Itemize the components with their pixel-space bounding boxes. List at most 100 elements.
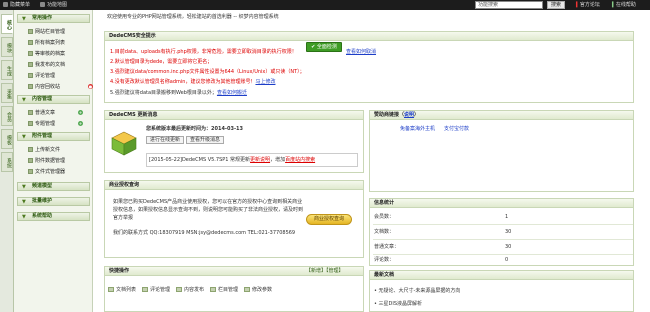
contact-info: 我们的联系方式 QQ:18307919 MSN:jsy@dedecms.com … bbox=[113, 230, 296, 236]
function-map-link[interactable]: 功能地图 bbox=[40, 2, 67, 8]
license-panel-title: 商业授权查询 bbox=[105, 181, 363, 190]
stat-value-docs: 30 bbox=[505, 229, 512, 235]
quick-columns[interactable]: 栏目管理 bbox=[210, 287, 238, 293]
sponsor-link-hosting[interactable]: 免备案海外主机 bbox=[400, 126, 435, 132]
online-update-button[interactable]: 进行在线更新 bbox=[146, 136, 184, 144]
function-search-input[interactable]: 功能搜索 bbox=[475, 1, 543, 9]
quick-actions-links[interactable]: 【新增】【管理】 bbox=[306, 268, 344, 274]
menu-item-pending[interactable]: 等审核的档案 bbox=[28, 51, 65, 57]
trash-icon bbox=[28, 84, 33, 89]
security-line-2: 2.默认管理目录为dede，需要立即将它更名； bbox=[110, 59, 213, 65]
folder-icon bbox=[28, 29, 33, 34]
folder-icon bbox=[28, 169, 33, 174]
online-help-link[interactable]: ▍在线帮助 bbox=[612, 2, 636, 8]
sidebar-menu: ▼ 常用操作 网站栏目管理 所有档案列表 等审核的档案 我发布的文档 评论管理 内… bbox=[14, 10, 93, 312]
article-icon bbox=[28, 110, 33, 115]
menu-icon bbox=[3, 2, 8, 7]
hide-menu-link[interactable]: 隐藏菜单 bbox=[3, 2, 30, 8]
menu-item-upload[interactable]: 上传新文件 bbox=[28, 147, 60, 153]
update-log-entry: [2015-05-22]DedeCMS V5.7SP1 常规更新更新说明，增加百… bbox=[149, 157, 316, 163]
tab-modules[interactable]: 模块 bbox=[1, 37, 13, 57]
menu-item-file-manager[interactable]: 文件式管理器 bbox=[28, 169, 65, 175]
official-forum-link[interactable]: ▍官方论坛 bbox=[576, 2, 600, 8]
menu-item-attachment-data[interactable]: 附件数据管理 bbox=[28, 158, 65, 164]
tab-members[interactable]: 会员 bbox=[1, 106, 13, 126]
stat-label-articles: 普通文章： bbox=[374, 244, 400, 250]
tab-templates[interactable]: 模板 bbox=[1, 129, 13, 149]
tab-system[interactable]: 系统 bbox=[1, 152, 13, 172]
menu-item-recycle[interactable]: 内容回收站 ● bbox=[28, 84, 93, 90]
menu-item-comments[interactable]: 评论管理 bbox=[28, 73, 55, 79]
security-line-3: 3.强烈建议data/common.inc.php文件属性设置为644（Linu… bbox=[110, 69, 305, 75]
stat-divider bbox=[373, 224, 633, 225]
menu-group-content[interactable]: ▼ 内容管理 bbox=[17, 95, 90, 104]
stat-label-docs: 文档数： bbox=[374, 229, 395, 235]
latest-doc-item[interactable]: • 无疑论、大尺寸-未来源晶屏据的方向 bbox=[374, 288, 460, 294]
update-log-box[interactable]: [2015-05-22]DedeCMS V5.7SP1 常规更新更新说明，增加百… bbox=[146, 153, 358, 167]
full-check-button[interactable]: ✔ 全面检测 bbox=[306, 42, 342, 52]
stat-value-comments: 0 bbox=[505, 257, 509, 263]
menu-group-help[interactable]: ▼ 系统帮助 bbox=[17, 212, 90, 221]
publish-icon bbox=[176, 287, 182, 292]
vertical-tab-bar: 核心 模块 生成 采集 会员 模板 系统 bbox=[0, 10, 14, 312]
add-icon[interactable]: + bbox=[78, 110, 83, 115]
stat-divider bbox=[373, 239, 633, 240]
sponsor-link-alipay[interactable]: 支付宝付款 bbox=[444, 126, 469, 132]
upload-icon bbox=[28, 147, 33, 152]
document-icon bbox=[28, 51, 33, 56]
stat-label-comments: 评论数： bbox=[374, 257, 395, 263]
menu-item-topics[interactable]: 专题管理 + bbox=[28, 121, 83, 127]
latest-doc-item[interactable]: • 三星DIS液晶屏解析 bbox=[374, 301, 422, 307]
update-notes-link[interactable]: 更新说明 bbox=[250, 157, 270, 163]
menu-group-attachments[interactable]: ▼ 附件管理 bbox=[17, 132, 90, 141]
welcome-text: 欢迎使用专业的PHP网站管理系统，轻松建站的首选利器 -- 织梦内容管理系统 bbox=[107, 14, 279, 20]
database-icon bbox=[28, 158, 33, 163]
how-to-cancel-link[interactable]: 查看如何取消 bbox=[346, 49, 376, 55]
view-notice-button[interactable]: 查看升级消息 bbox=[186, 136, 224, 144]
how-to-move-link[interactable]: 查看如何搬迁 bbox=[217, 90, 247, 96]
collapse-arrow-icon: ▼ bbox=[22, 97, 26, 103]
search-button[interactable]: 搜索 bbox=[547, 1, 565, 9]
baidu-search-link[interactable]: 百度站内搜索 bbox=[285, 157, 315, 163]
quick-doc-list[interactable]: 文档列表 bbox=[108, 287, 136, 293]
security-line-5: 5.强烈建议将data目录搬移到Web根目录以外；查看如何搬迁 bbox=[110, 90, 247, 96]
security-line-1: 1.目前data、uploads有执行.php权限，非常危险，需要立即取消目录的… bbox=[110, 49, 297, 55]
stats-panel-title: 信息统计 bbox=[370, 199, 633, 208]
menu-group-channel-models[interactable]: ▼ 频道模型 bbox=[17, 182, 90, 191]
document-icon bbox=[28, 62, 33, 67]
quick-publish[interactable]: 内容发布 bbox=[176, 287, 204, 293]
quick-settings[interactable]: 修改参数 bbox=[244, 287, 272, 293]
sponsor-panel: 赞助商链接（说明） bbox=[369, 110, 634, 192]
stat-value-articles: 30 bbox=[505, 244, 512, 250]
stat-value-members: 1 bbox=[505, 214, 509, 220]
check-icon: ✔ bbox=[311, 44, 316, 50]
license-query-button[interactable]: 商业授权查询 bbox=[306, 214, 352, 225]
comment-icon bbox=[28, 73, 33, 78]
menu-item-all-archives[interactable]: 所有档案列表 bbox=[28, 40, 65, 46]
add-icon[interactable]: + bbox=[78, 121, 83, 126]
shield-icon: ● bbox=[88, 84, 93, 89]
settings-icon bbox=[244, 287, 250, 292]
top-bar: 隐藏菜单 功能地图 功能搜索 搜索 ▍官方论坛 ▍在线帮助 bbox=[0, 0, 650, 10]
tab-core[interactable]: 核心 bbox=[1, 14, 13, 34]
change-now-link[interactable]: 马上修改 bbox=[255, 79, 275, 85]
map-icon bbox=[40, 2, 45, 7]
sponsor-explain-link[interactable]: 说明 bbox=[404, 112, 414, 118]
tab-collect[interactable]: 采集 bbox=[1, 83, 13, 103]
stat-divider bbox=[373, 254, 633, 255]
collapse-arrow-icon: ▼ bbox=[22, 134, 26, 140]
stats-panel: 信息统计 bbox=[369, 198, 634, 266]
tab-generate[interactable]: 生成 bbox=[1, 60, 13, 80]
security-line-4: 4.没有更改默认管理员名称admin，建议您修改为其他管理账号！马上修改 bbox=[110, 79, 276, 85]
comment-icon bbox=[142, 287, 148, 292]
sponsor-panel-title: 赞助商链接（说明） bbox=[370, 111, 633, 120]
menu-item-articles[interactable]: 普通文章 + bbox=[28, 110, 83, 116]
license-description: 如果您已购买DedeCMS产品商业使用授权，您可以在官方的授权中心查询到相关商业… bbox=[113, 199, 304, 221]
quick-comments[interactable]: 评论管理 bbox=[142, 287, 170, 293]
menu-group-batch[interactable]: ▼ 批量维护 bbox=[17, 197, 90, 206]
menu-item-my-docs[interactable]: 我发布的文档 bbox=[28, 62, 65, 68]
menu-item-columns[interactable]: 网站栏目管理 bbox=[28, 29, 65, 35]
expand-arrow-icon: ▼ bbox=[22, 214, 26, 220]
update-panel-title: DedeCMS 更新消息 bbox=[105, 111, 363, 120]
menu-group-common[interactable]: ▼ 常用操作 bbox=[17, 14, 90, 23]
